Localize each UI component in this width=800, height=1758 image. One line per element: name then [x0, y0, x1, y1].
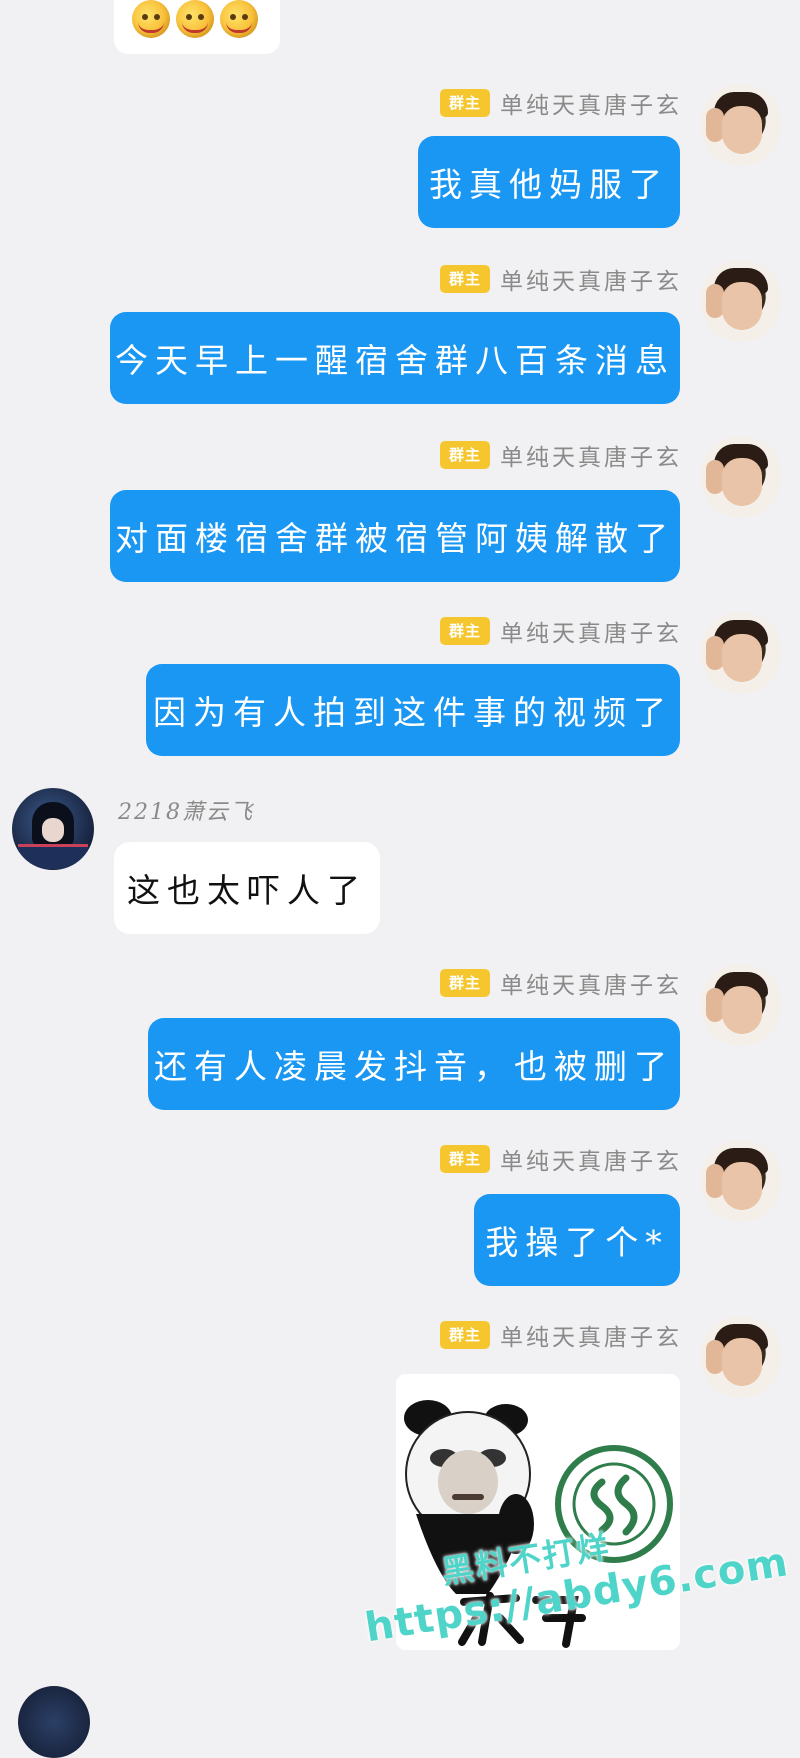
sender-avatar[interactable] — [700, 260, 782, 342]
group-owner-badge: 群主 — [439, 265, 490, 293]
chat-bubble[interactable]: 今天早上一醒宿舍群八百条消息 — [110, 312, 680, 404]
chat-bubble[interactable]: 对面楼宿舍群被宿管阿姨解散了 — [110, 490, 680, 582]
sender-avatar[interactable] — [700, 436, 782, 518]
group-owner-badge: 群主 — [439, 441, 490, 469]
chat-bubble[interactable]: 这也太吓人了 — [114, 842, 380, 934]
sender-name[interactable]: 单纯天真唐子玄 — [500, 1142, 682, 1176]
chat-bubble[interactable]: 还有人凌晨发抖音，也被删了 — [148, 1018, 680, 1110]
group-owner-badge: 群主 — [439, 969, 490, 997]
chat-bubble[interactable]: 我操了个* — [474, 1194, 680, 1286]
sender-name[interactable]: 单纯天真唐子玄 — [500, 262, 682, 296]
sender-avatar[interactable] — [700, 1140, 782, 1222]
sender-name[interactable]: 单纯天真唐子玄 — [500, 614, 682, 648]
sender-avatar[interactable] — [700, 84, 782, 166]
sender-avatar[interactable] — [700, 1316, 782, 1398]
chat-bubble[interactable]: 因为有人拍到这件事的视频了 — [146, 664, 680, 756]
smiley-emoji-icon — [132, 0, 170, 38]
message-header: 群主 单纯天真唐子玄 — [439, 262, 682, 296]
group-owner-badge: 群主 — [439, 89, 490, 117]
sender-avatar[interactable] — [700, 964, 782, 1046]
message-header: 群主 单纯天真唐子玄 — [439, 438, 682, 472]
member-avatar[interactable] — [18, 1686, 90, 1758]
sender-name[interactable]: 单纯天真唐子玄 — [500, 438, 682, 472]
chat-bubble[interactable]: 我真他妈服了 — [418, 136, 680, 228]
member-avatar[interactable] — [12, 788, 94, 870]
chat-view: 群主 单纯天真唐子玄 我真他妈服了 群主 单纯天真唐子玄 今天早上一醒宿舍群八百… — [0, 0, 800, 1758]
sender-name[interactable]: 单纯天真唐子玄 — [500, 86, 682, 120]
message-header: 群主 单纯天真唐子玄 — [439, 1142, 682, 1176]
message-header: 群主 单纯天真唐子玄 — [439, 86, 682, 120]
sender-name[interactable]: 单纯天真唐子玄 — [500, 966, 682, 1000]
sender-avatar[interactable] — [700, 612, 782, 694]
smiley-emoji-icon — [220, 0, 258, 38]
member-name[interactable]: 2218萧云飞 — [118, 794, 254, 826]
group-owner-badge: 群主 — [439, 1321, 490, 1349]
message-header: 群主 单纯天真唐子玄 — [439, 966, 682, 1000]
emoji-message-bubble[interactable] — [114, 0, 280, 54]
smiley-emoji-icon — [176, 0, 214, 38]
sender-name[interactable]: 单纯天真唐子玄 — [500, 1318, 682, 1352]
message-header: 群主 单纯天真唐子玄 — [439, 614, 682, 648]
group-owner-badge: 群主 — [439, 617, 490, 645]
group-owner-badge: 群主 — [439, 1145, 490, 1173]
message-header: 群主 单纯天真唐子玄 — [439, 1318, 682, 1352]
